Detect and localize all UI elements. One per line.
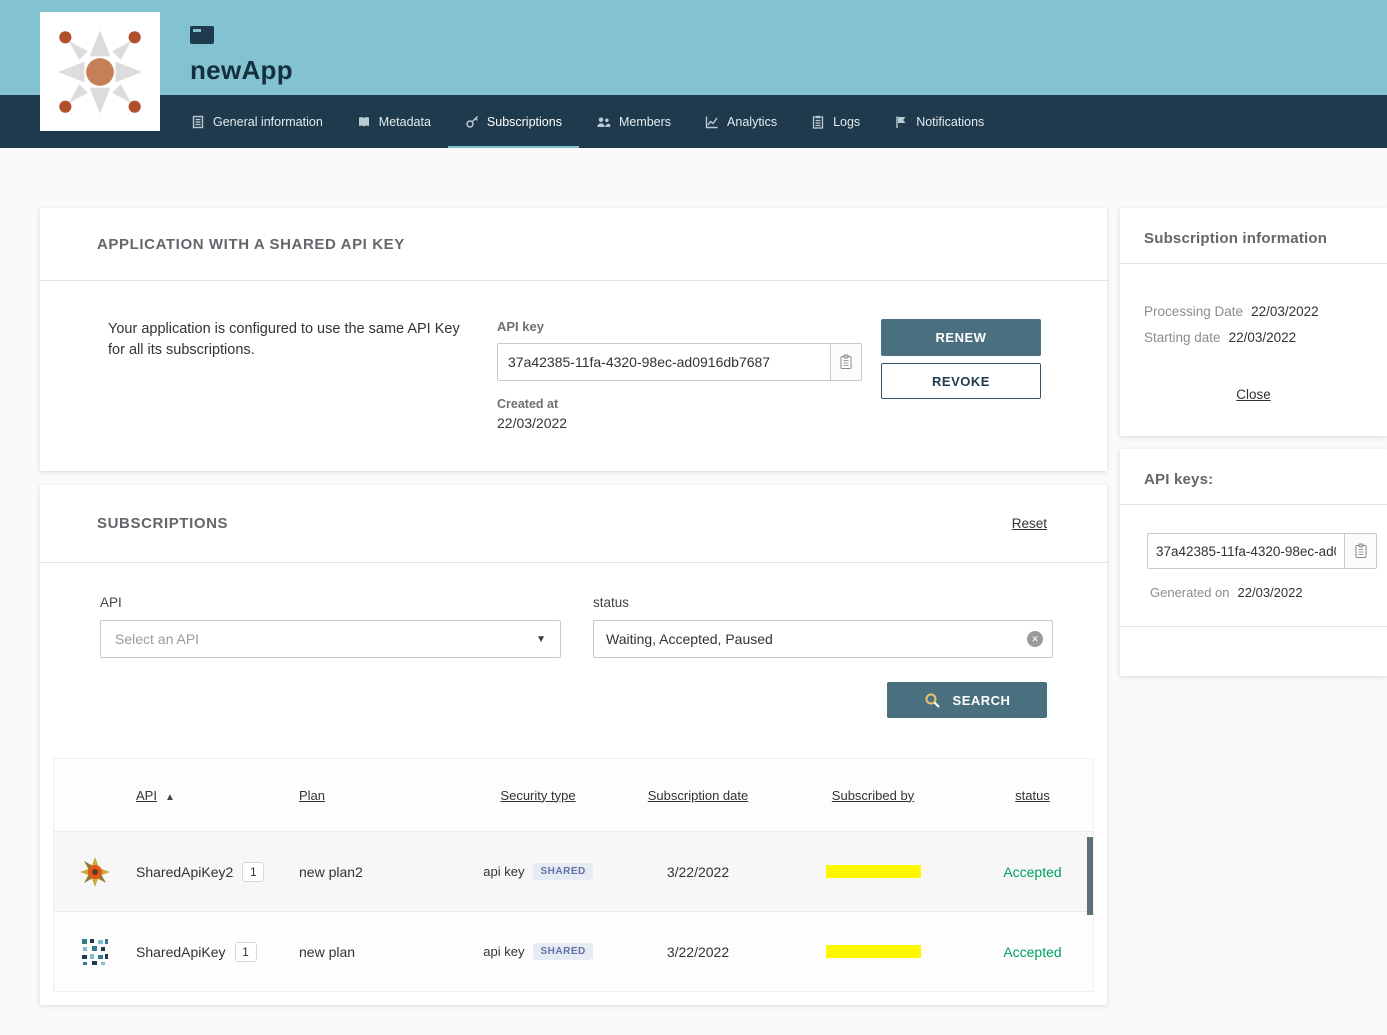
api-key-input[interactable] <box>497 343 831 381</box>
shared-badge: SHARED <box>533 863 592 880</box>
chart-icon <box>705 115 719 129</box>
search-icon <box>924 692 941 709</box>
col-header-status[interactable]: status <box>968 788 1097 803</box>
api-filter-label: API <box>100 595 561 610</box>
clear-icon[interactable]: ✕ <box>1027 631 1043 647</box>
subscription-date: 3/22/2022 <box>618 864 778 880</box>
starting-date-label: Starting date <box>1144 330 1221 345</box>
tab-label: Analytics <box>727 115 777 129</box>
security-type: api key <box>483 944 524 959</box>
tab-subscriptions[interactable]: Subscriptions <box>448 95 579 148</box>
tab-logs[interactable]: Logs <box>794 95 877 148</box>
tab-label: Notifications <box>916 115 984 129</box>
api-select[interactable]: Select an API ▼ <box>100 620 561 658</box>
search-button[interactable]: SEARCH <box>887 682 1047 718</box>
api-keys-card: API keys: Generated on 22/03/2022 <box>1120 449 1387 676</box>
starting-date-value: 22/03/2022 <box>1229 330 1297 345</box>
subscribed-by-redacted <box>826 865 921 878</box>
page-title: newApp <box>190 55 1387 86</box>
subscription-information-card: Subscription information Processing Date… <box>1120 208 1387 436</box>
app-navbar: General information Metadata Subscriptio… <box>0 95 1387 148</box>
status-value: Accepted <box>968 944 1097 960</box>
reset-link[interactable]: Reset <box>1012 516 1047 531</box>
table-row[interactable]: SharedApiKey2 1 new plan2 api key SHARED… <box>54 831 1093 911</box>
generated-on-value: 22/03/2022 <box>1238 585 1303 600</box>
subscription-date: 3/22/2022 <box>618 944 778 960</box>
tab-label: Subscriptions <box>487 115 562 129</box>
copy-sidebar-key-button[interactable] <box>1345 533 1377 569</box>
topbar: newApp <box>0 0 1387 95</box>
api-count-badge: 1 <box>242 862 264 882</box>
app-logo-pattern-icon <box>48 20 152 124</box>
created-at-value: 22/03/2022 <box>497 415 862 431</box>
api-select-placeholder: Select an API <box>115 631 199 647</box>
tab-label: Members <box>619 115 671 129</box>
processing-date-value: 22/03/2022 <box>1251 304 1319 319</box>
subscription-info-title: Subscription information <box>1144 230 1363 247</box>
mosaic-teal-icon <box>80 937 110 967</box>
tab-analytics[interactable]: Analytics <box>688 95 794 148</box>
table-row[interactable]: SharedApiKey 1 new plan api key SHARED 3… <box>54 911 1093 991</box>
chevron-down-icon: ▼ <box>536 634 546 645</box>
clipboard-icon <box>839 354 853 370</box>
subscriptions-table: API▲ Plan Security type Subscription dat… <box>53 758 1094 992</box>
shared-key-description: Your application is configured to use th… <box>108 319 470 431</box>
plan-name: new plan2 <box>299 864 458 880</box>
sort-asc-icon: ▲ <box>165 792 175 803</box>
key-icon <box>465 115 479 129</box>
tab-general-information[interactable]: General information <box>174 95 340 148</box>
plan-name: new plan <box>299 944 458 960</box>
col-header-subscription-date[interactable]: Subscription date <box>618 788 778 803</box>
window-icon <box>190 26 214 44</box>
status-filter-label: status <box>593 595 1053 610</box>
app-logo <box>40 12 160 131</box>
tab-label: Metadata <box>379 115 431 129</box>
shared-api-key-card: APPLICATION WITH A SHARED API KEY Your a… <box>40 208 1107 471</box>
revoke-button[interactable]: REVOKE <box>881 363 1041 399</box>
processing-date-label: Processing Date <box>1144 304 1243 319</box>
tab-members[interactable]: Members <box>579 95 688 148</box>
subscriptions-card: SUBSCRIPTIONS Reset API Select an API ▼ … <box>40 485 1107 1005</box>
col-header-security-type[interactable]: Security type <box>458 788 618 803</box>
tab-label: General information <box>213 115 323 129</box>
subscribed-by-redacted <box>826 945 921 958</box>
api-key-label: API key <box>497 319 862 334</box>
api-keys-card-footer <box>1120 626 1387 676</box>
status-value: Accepted <box>968 864 1097 880</box>
table-scrollbar[interactable] <box>1087 837 1093 915</box>
api-name: SharedApiKey <box>136 944 226 960</box>
clipboard-icon <box>1354 543 1368 559</box>
pinwheel-gold-icon <box>79 856 111 888</box>
tab-label: Logs <box>833 115 860 129</box>
search-button-label: SEARCH <box>953 693 1011 708</box>
api-count-badge: 1 <box>235 942 257 962</box>
created-at-label: Created at <box>497 397 862 411</box>
close-link[interactable]: Close <box>1236 387 1271 402</box>
generated-on-label: Generated on <box>1150 585 1230 600</box>
status-filter-input[interactable] <box>593 620 1053 658</box>
document-icon <box>191 115 205 129</box>
sidebar-api-key-input[interactable] <box>1147 533 1345 569</box>
col-header-subscribed-by[interactable]: Subscribed by <box>778 788 968 803</box>
security-type: api key <box>483 864 524 879</box>
api-name: SharedApiKey2 <box>136 864 233 880</box>
tab-notifications[interactable]: Notifications <box>877 95 1001 148</box>
subscriptions-card-title: SUBSCRIPTIONS <box>97 515 228 532</box>
list-icon <box>811 115 825 129</box>
shared-key-card-title: APPLICATION WITH A SHARED API KEY <box>97 236 405 253</box>
col-header-plan[interactable]: Plan <box>299 788 458 803</box>
col-header-api[interactable]: API▲ <box>136 788 299 803</box>
members-icon <box>596 115 611 129</box>
tab-metadata[interactable]: Metadata <box>340 95 448 148</box>
copy-api-key-button[interactable] <box>831 343 862 381</box>
flag-icon <box>894 115 908 129</box>
table-header-row: API▲ Plan Security type Subscription dat… <box>54 759 1093 831</box>
api-keys-title: API keys: <box>1144 471 1363 488</box>
renew-button[interactable]: RENEW <box>881 319 1041 356</box>
book-icon <box>357 115 371 129</box>
shared-badge: SHARED <box>533 943 592 960</box>
